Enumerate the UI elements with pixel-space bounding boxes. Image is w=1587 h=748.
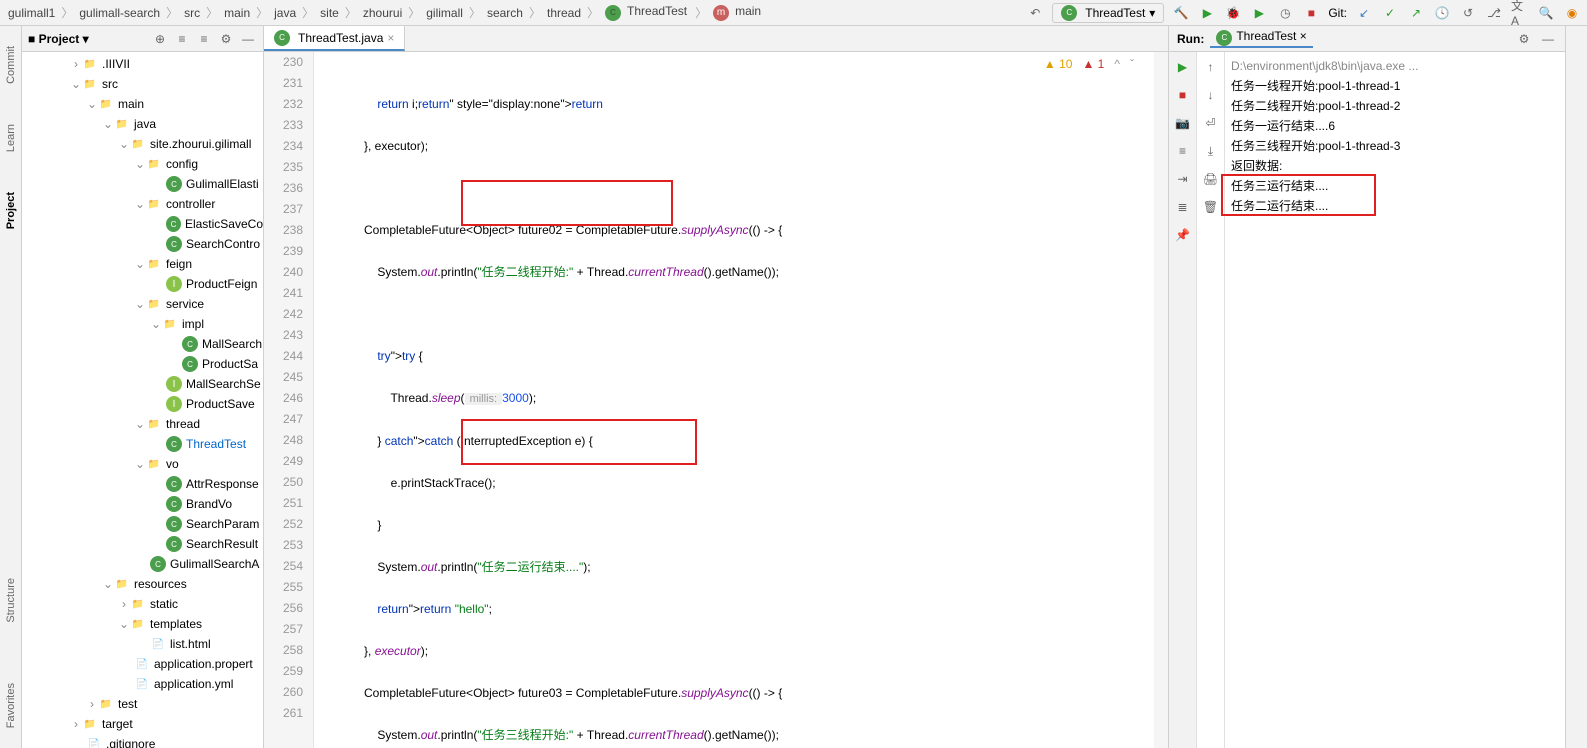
stop-icon[interactable]: ■ bbox=[1174, 86, 1192, 104]
close-tab-icon[interactable]: × bbox=[387, 31, 394, 45]
crumb[interactable]: thread bbox=[545, 6, 583, 20]
project-panel: ■ Project ▾ ⊕ ≡ ≡ ⚙ — ›📁.IIIVII ⌄📁src ⌄📁… bbox=[22, 26, 264, 748]
debug-icon[interactable]: 🐞 bbox=[1224, 4, 1242, 22]
crumb[interactable]: site bbox=[318, 6, 341, 20]
git-label: Git: bbox=[1328, 6, 1347, 20]
crumb[interactable]: search bbox=[485, 6, 525, 20]
editor-area: CThreadTest.java× 2302312322332342352362… bbox=[264, 26, 1168, 748]
translate-icon[interactable]: 文A bbox=[1511, 4, 1529, 22]
select-opened-icon[interactable]: ⊕ bbox=[151, 30, 169, 48]
hide-icon[interactable]: — bbox=[1539, 30, 1557, 48]
expand-all-icon[interactable]: ≡ bbox=[173, 30, 191, 48]
crumb[interactable]: zhourui bbox=[361, 6, 404, 20]
crumb[interactable]: gilimall bbox=[424, 6, 465, 20]
git-push-icon[interactable]: ↗ bbox=[1407, 4, 1425, 22]
search-icon[interactable]: 🔍 bbox=[1537, 4, 1555, 22]
ide-settings-icon[interactable]: ◉ bbox=[1563, 4, 1581, 22]
run-config-selector[interactable]: CThreadTest▾ bbox=[1052, 3, 1164, 23]
pin-icon[interactable]: 📌 bbox=[1174, 226, 1192, 244]
inspection-summary[interactable]: ▲ 10 ▲ 1 ^ˇ bbox=[1044, 54, 1134, 75]
stop-icon[interactable]: ■ bbox=[1302, 4, 1320, 22]
dump-icon[interactable]: ≣ bbox=[1174, 198, 1192, 216]
scroll-icon[interactable]: ⤓ bbox=[1202, 142, 1220, 160]
project-tree[interactable]: ›📁.IIIVII ⌄📁src ⌄📁main ⌄📁java ⌄📁site.zho… bbox=[22, 52, 263, 748]
screenshot-icon[interactable]: 📷 bbox=[1174, 114, 1192, 132]
run-title: Run: bbox=[1177, 32, 1204, 46]
console-highlight-box bbox=[1221, 174, 1376, 216]
back-icon[interactable]: ↶ bbox=[1026, 4, 1044, 22]
coverage-icon[interactable]: ▶ bbox=[1250, 4, 1268, 22]
crumb[interactable]: gulimall-search bbox=[77, 6, 162, 20]
commit-tool[interactable]: Commit bbox=[5, 46, 17, 84]
wrap-icon[interactable]: ⏎ bbox=[1202, 114, 1220, 132]
git-history-icon[interactable]: 🕓 bbox=[1433, 4, 1451, 22]
right-tool-strip bbox=[1565, 26, 1587, 748]
profile-icon[interactable]: ◷ bbox=[1276, 4, 1294, 22]
crumb[interactable]: CThreadTest bbox=[603, 4, 691, 21]
build-icon[interactable]: 🔨 bbox=[1172, 4, 1190, 22]
toolbar-right: ↶ CThreadTest▾ 🔨 ▶ 🐞 ▶ ◷ ■ Git: ↙ ✓ ↗ 🕓 … bbox=[1026, 3, 1581, 23]
line-gutter: 2302312322332342352362372382392402412422… bbox=[264, 52, 314, 748]
git-rollback-icon[interactable]: ↺ bbox=[1459, 4, 1477, 22]
crumb[interactable]: java bbox=[272, 6, 298, 20]
git-commit-icon[interactable]: ✓ bbox=[1381, 4, 1399, 22]
project-title: ■ Project ▾ bbox=[28, 32, 147, 46]
gear-icon[interactable]: ⚙ bbox=[1515, 30, 1533, 48]
crumb[interactable]: mmain bbox=[711, 4, 765, 21]
console-output[interactable]: D:\environment\jdk8\bin\java.exe ... 任务一… bbox=[1225, 52, 1565, 748]
learn-tool[interactable]: Learn bbox=[5, 124, 17, 152]
exit-icon[interactable]: ⇥ bbox=[1174, 170, 1192, 188]
run-panel: Run: CThreadTest × ⚙ — ▶ ■ 📷 ≡ ⇥ ≣ 📌 ↑ ↓… bbox=[1168, 26, 1565, 748]
top-bar: gulimall1〉 gulimall-search〉 src〉 main〉 j… bbox=[0, 0, 1587, 26]
editor-tab[interactable]: CThreadTest.java× bbox=[264, 26, 405, 51]
editor-scrollbar[interactable] bbox=[1154, 52, 1168, 748]
git-update-icon[interactable]: ↙ bbox=[1355, 4, 1373, 22]
left-tool-strip: Commit Learn Project Structure Favorites bbox=[0, 26, 22, 748]
up-icon[interactable]: ↑ bbox=[1202, 58, 1220, 76]
highlight-box-1 bbox=[461, 180, 673, 226]
hide-icon[interactable]: — bbox=[239, 30, 257, 48]
git-branch-icon[interactable]: ⎇ bbox=[1485, 4, 1503, 22]
run-icon[interactable]: ▶ bbox=[1198, 4, 1216, 22]
breadcrumb: gulimall1〉 gulimall-search〉 src〉 main〉 j… bbox=[6, 4, 1026, 21]
crumb[interactable]: main bbox=[222, 6, 252, 20]
run-toolbar-1: ▶ ■ 📷 ≡ ⇥ ≣ 📌 bbox=[1169, 52, 1197, 748]
code-editor[interactable]: 2302312322332342352362372382392402412422… bbox=[264, 52, 1168, 748]
run-tab[interactable]: CThreadTest × bbox=[1210, 29, 1312, 48]
rerun-icon[interactable]: ▶ bbox=[1174, 58, 1192, 76]
crumb[interactable]: gulimall1 bbox=[6, 6, 57, 20]
structure-tool[interactable]: Structure bbox=[5, 578, 17, 623]
print-icon[interactable]: 🖨 bbox=[1202, 170, 1220, 188]
collapse-all-icon[interactable]: ≡ bbox=[195, 30, 213, 48]
settings-icon[interactable]: ⚙ bbox=[217, 30, 235, 48]
clear-icon[interactable]: 🗑 bbox=[1202, 198, 1220, 216]
favorites-tool[interactable]: Favorites bbox=[5, 683, 17, 728]
crumb[interactable]: src bbox=[182, 6, 202, 20]
project-tool[interactable]: Project bbox=[5, 192, 17, 229]
highlight-box-2 bbox=[461, 419, 697, 465]
run-toolbar-2: ↑ ↓ ⏎ ⤓ 🖨 🗑 bbox=[1197, 52, 1225, 748]
layout-icon[interactable]: ≡ bbox=[1174, 142, 1192, 160]
down-icon[interactable]: ↓ bbox=[1202, 86, 1220, 104]
